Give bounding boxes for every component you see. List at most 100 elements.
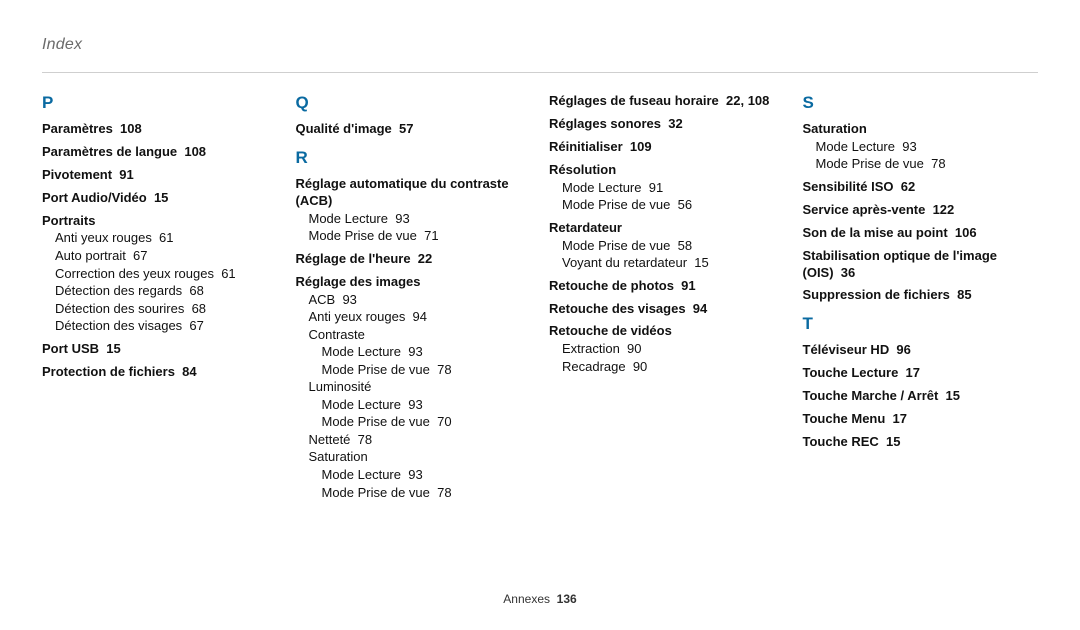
index-subentry: Mode Prise de vue 58 [562, 237, 785, 255]
index-entry: SaturationMode Lecture 93Mode Prise de v… [803, 121, 1039, 173]
index-entry-title: Retouche de vidéos [549, 323, 785, 340]
index-entry: RetardateurMode Prise de vue 58Voyant du… [549, 220, 785, 272]
index-entry: Réglage des imagesACB 93Anti yeux rouges… [296, 274, 532, 501]
index-columns: P Paramètres 108 Paramètres de langue 108 P… [42, 93, 1038, 582]
index-subentry: Mode Prise de vue 56 [562, 196, 785, 214]
index-entry: Port USB 15 [42, 341, 278, 358]
index-sub2-entry: Mode Prise de vue 70 [322, 413, 532, 431]
index-subentry: Correction des yeux rouges 61 [55, 265, 278, 283]
section-letter: T [803, 314, 1039, 334]
index-entry-title: Réglage de l'heure 22 [296, 251, 532, 268]
index-entry: Sensibilité ISO 62 [803, 179, 1039, 196]
index-entry: Paramètres 108 [42, 121, 278, 138]
section-letter: P [42, 93, 278, 113]
index-entry: Qualité d'image 57 [296, 121, 532, 138]
index-subentry: Extraction 90 [562, 340, 785, 358]
footer-section: Annexes [503, 592, 550, 606]
index-subentry: Voyant du retardateur 15 [562, 254, 785, 272]
index-subentry: Détection des regards 68 [55, 282, 278, 300]
index-sub2-entry: Mode Lecture 93 [322, 343, 532, 361]
section-letter: S [803, 93, 1039, 113]
index-entry-title: Service après-vente 122 [803, 202, 1039, 219]
index-entry: Réinitialiser 109 [549, 139, 785, 156]
index-subentry: Détection des sourires 68 [55, 300, 278, 318]
index-subentry: Saturation [309, 448, 532, 466]
index-sub2-entry: Mode Prise de vue 78 [322, 484, 532, 502]
index-entry-title: Paramètres 108 [42, 121, 278, 138]
index-entry: Touche Menu 17 [803, 411, 1039, 428]
index-entry-title: Retouche des visages 94 [549, 301, 785, 318]
index-entry: Réglage de l'heure 22 [296, 251, 532, 268]
index-entry-title: Réglages de fuseau horaire 22, 108 [549, 93, 785, 110]
section-letter: R [296, 148, 532, 168]
index-entry: Touche Lecture 17 [803, 365, 1039, 382]
index-entry-title: Portraits [42, 213, 278, 230]
index-entry-title: Réglage des images [296, 274, 532, 291]
index-entry-title: Touche Marche / Arrêt 15 [803, 388, 1039, 405]
index-entry: Protection de fichiers 84 [42, 364, 278, 381]
index-subentry: Détection des visages 67 [55, 317, 278, 335]
index-subentry: Recadrage 90 [562, 358, 785, 376]
page-footer: Annexes 136 [42, 592, 1038, 606]
index-entry: Réglages sonores 32 [549, 116, 785, 133]
index-sub2-entry: Mode Lecture 93 [322, 396, 532, 414]
index-entry: Pivotement 91 [42, 167, 278, 184]
index-entry: Paramètres de langue 108 [42, 144, 278, 161]
index-entry: Suppression de fichiers 85 [803, 287, 1039, 304]
index-entry-title: Paramètres de langue 108 [42, 144, 278, 161]
index-entry-title: Port USB 15 [42, 341, 278, 358]
index-entry-title: Réinitialiser 109 [549, 139, 785, 156]
index-column: Réglages de fuseau horaire 22, 108 Réglag… [549, 93, 785, 582]
index-entry-title: Retardateur [549, 220, 785, 237]
index-entry: Réglage automatique du contraste (ACB)Mo… [296, 176, 532, 245]
index-column: P Paramètres 108 Paramètres de langue 108 P… [42, 93, 278, 582]
index-entry: RésolutionMode Lecture 91Mode Prise de v… [549, 162, 785, 214]
index-subentry: Netteté 78 [309, 431, 532, 449]
index-subentry: Mode Prise de vue 71 [309, 227, 532, 245]
index-entry-title: Saturation [803, 121, 1039, 138]
index-entry-title: Pivotement 91 [42, 167, 278, 184]
index-entry-title: Son de la mise au point 106 [803, 225, 1039, 242]
index-entry-title: Touche Menu 17 [803, 411, 1039, 428]
index-entry: PortraitsAnti yeux rouges 61Auto portrai… [42, 213, 278, 335]
index-subentry: Luminosité [309, 378, 532, 396]
index-entry: Touche Marche / Arrêt 15 [803, 388, 1039, 405]
section-letter: Q [296, 93, 532, 113]
page-header: Index [42, 36, 1038, 54]
index-entry: Touche REC 15 [803, 434, 1039, 451]
index-page: Index P Paramètres 108 Paramètres de langu… [0, 0, 1080, 630]
index-entry-title: Réglage automatique du contraste (ACB) [296, 176, 532, 210]
index-subentry: Anti yeux rouges 61 [55, 229, 278, 247]
index-entry-title: Protection de fichiers 84 [42, 364, 278, 381]
index-entry-title: Qualité d'image 57 [296, 121, 532, 138]
index-sub2-entry: Mode Prise de vue 78 [322, 361, 532, 379]
index-subentry: Mode Lecture 93 [309, 210, 532, 228]
index-entry-title: Téléviseur HD 96 [803, 342, 1039, 359]
index-subentry: Contraste [309, 326, 532, 344]
index-entry: Stabilisation optique de l'image (OIS) 3… [803, 248, 1039, 282]
index-entry-title: Réglages sonores 32 [549, 116, 785, 133]
index-entry-title: Retouche de photos 91 [549, 278, 785, 295]
index-entry: Téléviseur HD 96 [803, 342, 1039, 359]
index-entry-title: Touche REC 15 [803, 434, 1039, 451]
index-column: S SaturationMode Lecture 93Mode Prise de … [803, 93, 1039, 582]
index-entry: Retouche des visages 94 [549, 301, 785, 318]
index-entry-title: Touche Lecture 17 [803, 365, 1039, 382]
footer-page: 136 [557, 592, 577, 606]
index-sub2-entry: Mode Lecture 93 [322, 466, 532, 484]
index-entry-title: Sensibilité ISO 62 [803, 179, 1039, 196]
index-subentry: Auto portrait 67 [55, 247, 278, 265]
index-entry: Retouche de vidéosExtraction 90Recadrage… [549, 323, 785, 375]
index-entry: Réglages de fuseau horaire 22, 108 [549, 93, 785, 110]
index-entry-title: Stabilisation optique de l'image (OIS) 3… [803, 248, 1039, 282]
index-subentry: Mode Lecture 93 [816, 138, 1039, 156]
index-entry: Service après-vente 122 [803, 202, 1039, 219]
index-subentry: Anti yeux rouges 94 [309, 308, 532, 326]
index-entry: Port Audio/Vidéo 15 [42, 190, 278, 207]
index-column: Q Qualité d'image 57 R Réglage automatique … [296, 93, 532, 582]
index-subentry: Mode Prise de vue 78 [816, 155, 1039, 173]
index-entry-title: Suppression de fichiers 85 [803, 287, 1039, 304]
index-entry: Son de la mise au point 106 [803, 225, 1039, 242]
index-entry: Retouche de photos 91 [549, 278, 785, 295]
index-subentry: Mode Lecture 91 [562, 179, 785, 197]
